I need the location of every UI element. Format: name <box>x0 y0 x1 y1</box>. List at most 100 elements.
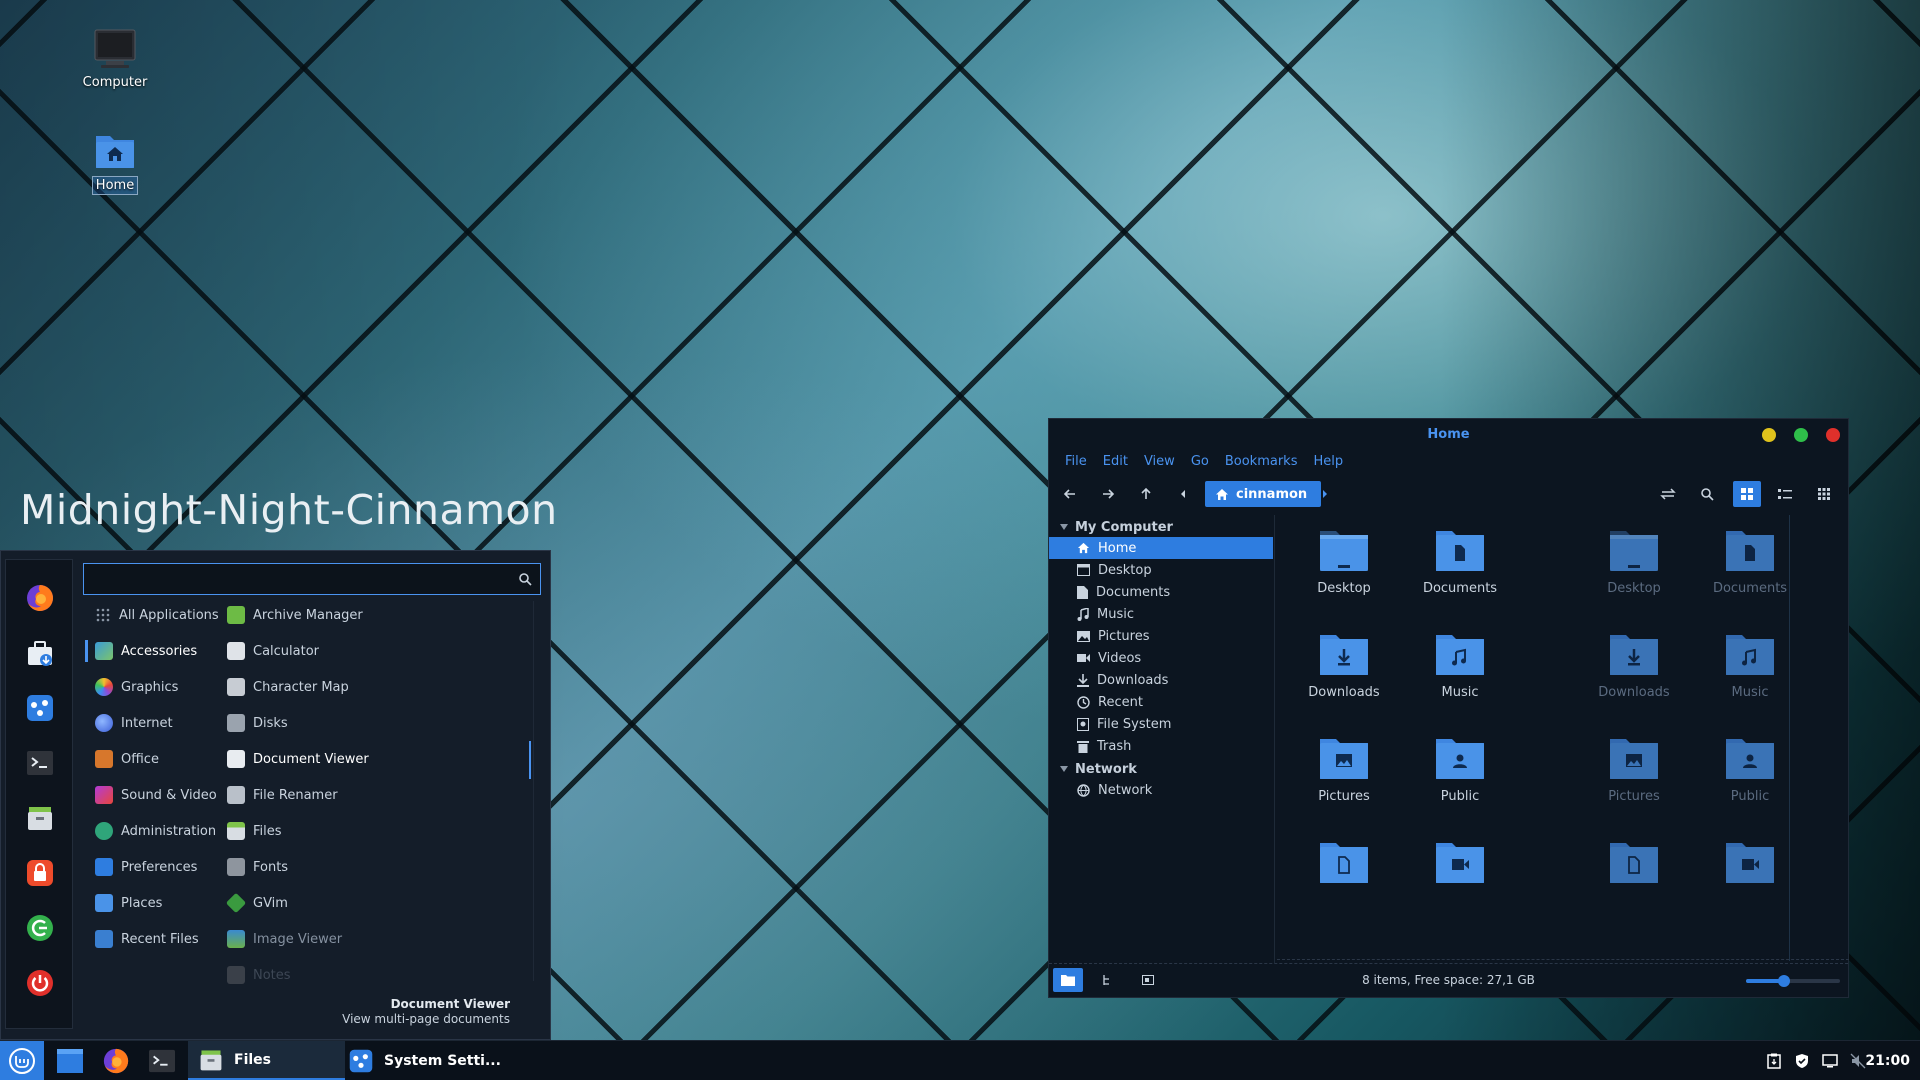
compact-view-button[interactable] <box>1811 481 1837 507</box>
clipboard-tray[interactable] <box>1762 1041 1786 1080</box>
desktop-icon-computer[interactable]: Computer <box>60 28 170 91</box>
sidebar-item-home[interactable]: Home <box>1049 537 1273 559</box>
file-item[interactable] <box>1569 839 1699 893</box>
sidebar-item-file-system[interactable]: File System <box>1049 713 1273 735</box>
file-item[interactable] <box>1279 839 1409 893</box>
category-administration[interactable]: Administration <box>95 816 216 846</box>
category-places[interactable]: Places <box>95 888 162 918</box>
icon-view-button[interactable] <box>1733 481 1761 507</box>
menu-scrollbar[interactable] <box>529 741 531 779</box>
menu-edit[interactable]: Edit <box>1095 451 1136 473</box>
file-item-downloads[interactable]: Downloads <box>1569 631 1699 700</box>
desktop-icon-home[interactable]: Home <box>60 130 170 195</box>
app-document-viewer[interactable]: Document Viewer <box>227 744 369 774</box>
app-calculator[interactable]: Calculator <box>227 636 319 666</box>
app-image-viewer[interactable]: Image Viewer <box>227 924 342 954</box>
sidebar-section-network[interactable]: Network <box>1059 759 1137 779</box>
file-item-downloads[interactable]: Downloads <box>1279 631 1409 700</box>
sidebar-item-videos[interactable]: Videos <box>1049 647 1273 669</box>
menu-search-field[interactable] <box>83 563 541 595</box>
taskbar-window-system-settings[interactable]: System Setti... <box>338 1041 515 1080</box>
file-item-documents[interactable]: Documents <box>1685 527 1815 596</box>
file-item-public[interactable]: Public <box>1395 735 1525 804</box>
sidebar-item-trash[interactable]: Trash <box>1049 735 1273 757</box>
file-item-music[interactable]: Music <box>1685 631 1815 700</box>
menu-file[interactable]: File <box>1057 451 1095 473</box>
sidebar-section-my-computer[interactable]: My Computer <box>1059 517 1173 537</box>
file-item-desktop[interactable]: Desktop <box>1279 527 1409 596</box>
app-character-map[interactable]: Character Map <box>227 672 349 702</box>
notes-icon <box>227 966 245 984</box>
breadcrumb-home[interactable]: cinnamon <box>1205 481 1322 507</box>
menu-help[interactable]: Help <box>1305 451 1351 473</box>
category-internet[interactable]: Internet <box>95 708 173 738</box>
sidebar-item-documents[interactable]: Documents <box>1049 581 1273 603</box>
home-folder-icon <box>96 136 134 168</box>
firefox-icon[interactable] <box>22 580 58 616</box>
category-all-applications[interactable]: All Applications <box>95 600 219 630</box>
sidebar-item-downloads[interactable]: Downloads <box>1049 669 1273 691</box>
back-button[interactable] <box>1057 481 1083 507</box>
file-item-public[interactable]: Public <box>1685 735 1815 804</box>
file-grid: Desktop Documents Downloads Music Pictures Pu… <box>1277 515 1849 961</box>
menu-view[interactable]: View <box>1136 451 1183 473</box>
breadcrumb-left-button[interactable] <box>1173 481 1193 507</box>
file-item-music[interactable]: Music <box>1395 631 1525 700</box>
music-icon <box>1077 607 1089 621</box>
close-button[interactable] <box>1826 428 1840 442</box>
files-icon[interactable] <box>22 800 58 836</box>
menu-search-input[interactable] <box>90 569 510 589</box>
sidebar-item-desktop[interactable]: Desktop <box>1049 559 1273 581</box>
category-accessories[interactable]: Accessories <box>84 636 197 666</box>
breadcrumb-right-button[interactable] <box>1315 481 1335 507</box>
app-file-renamer[interactable]: File Renamer <box>227 780 338 810</box>
app-notes[interactable]: Notes <box>227 960 291 990</box>
menu-bookmarks[interactable]: Bookmarks <box>1217 451 1306 473</box>
display-tray[interactable] <box>1818 1041 1842 1080</box>
category-graphics[interactable]: Graphics <box>95 672 178 702</box>
logout-icon[interactable] <box>22 910 58 946</box>
file-item[interactable] <box>1685 839 1815 893</box>
search-button[interactable] <box>1694 481 1720 507</box>
files-icon <box>227 822 245 840</box>
zoom-slider[interactable] <box>1746 975 1840 987</box>
file-item-pictures[interactable]: Pictures <box>1569 735 1699 804</box>
category-sound-video[interactable]: Sound & Video <box>95 780 217 810</box>
lock-icon[interactable] <box>22 855 58 891</box>
file-item-desktop[interactable]: Desktop <box>1569 527 1699 596</box>
minimize-button[interactable] <box>1762 428 1776 442</box>
file-item[interactable] <box>1395 839 1525 893</box>
file-item-pictures[interactable]: Pictures <box>1279 735 1409 804</box>
sidebar-item-music[interactable]: Music <box>1049 603 1273 625</box>
taskbar-window-files[interactable]: Files <box>188 1041 345 1080</box>
zoom-slider-handle[interactable] <box>1777 975 1790 987</box>
firefox-launcher[interactable] <box>98 1041 134 1080</box>
app-archive-manager[interactable]: Archive Manager <box>227 600 363 630</box>
up-button[interactable] <box>1133 481 1159 507</box>
sidebar-item-recent[interactable]: Recent <box>1049 691 1273 713</box>
power-icon[interactable] <box>22 965 58 1001</box>
forward-button[interactable] <box>1095 481 1121 507</box>
app-fonts[interactable]: Fonts <box>227 852 288 882</box>
category-preferences[interactable]: Preferences <box>95 852 197 882</box>
maximize-button[interactable] <box>1794 428 1808 442</box>
update-manager-tray[interactable] <box>1790 1041 1814 1080</box>
app-gvim[interactable]: GVim <box>225 888 288 918</box>
show-desktop-launcher[interactable] <box>52 1041 88 1080</box>
file-item-documents[interactable]: Documents <box>1395 527 1525 596</box>
sidebar-item-pictures[interactable]: Pictures <box>1049 625 1273 647</box>
menu-button[interactable] <box>0 1041 44 1080</box>
category-recent-files[interactable]: Recent Files <box>95 924 199 954</box>
software-manager-icon[interactable] <box>22 635 58 671</box>
app-disks[interactable]: Disks <box>227 708 288 738</box>
terminal-launcher[interactable] <box>144 1041 180 1080</box>
sidebar-item-network[interactable]: Network <box>1049 779 1273 801</box>
app-files[interactable]: Files <box>227 816 282 846</box>
menu-go[interactable]: Go <box>1183 451 1217 473</box>
list-view-button[interactable] <box>1772 481 1798 507</box>
terminal-icon[interactable] <box>22 745 58 781</box>
system-settings-icon[interactable] <box>22 690 58 726</box>
clock[interactable]: 21:00 <box>1865 1041 1910 1080</box>
category-office[interactable]: Office <box>95 744 159 774</box>
toggle-location-button[interactable] <box>1655 481 1681 507</box>
